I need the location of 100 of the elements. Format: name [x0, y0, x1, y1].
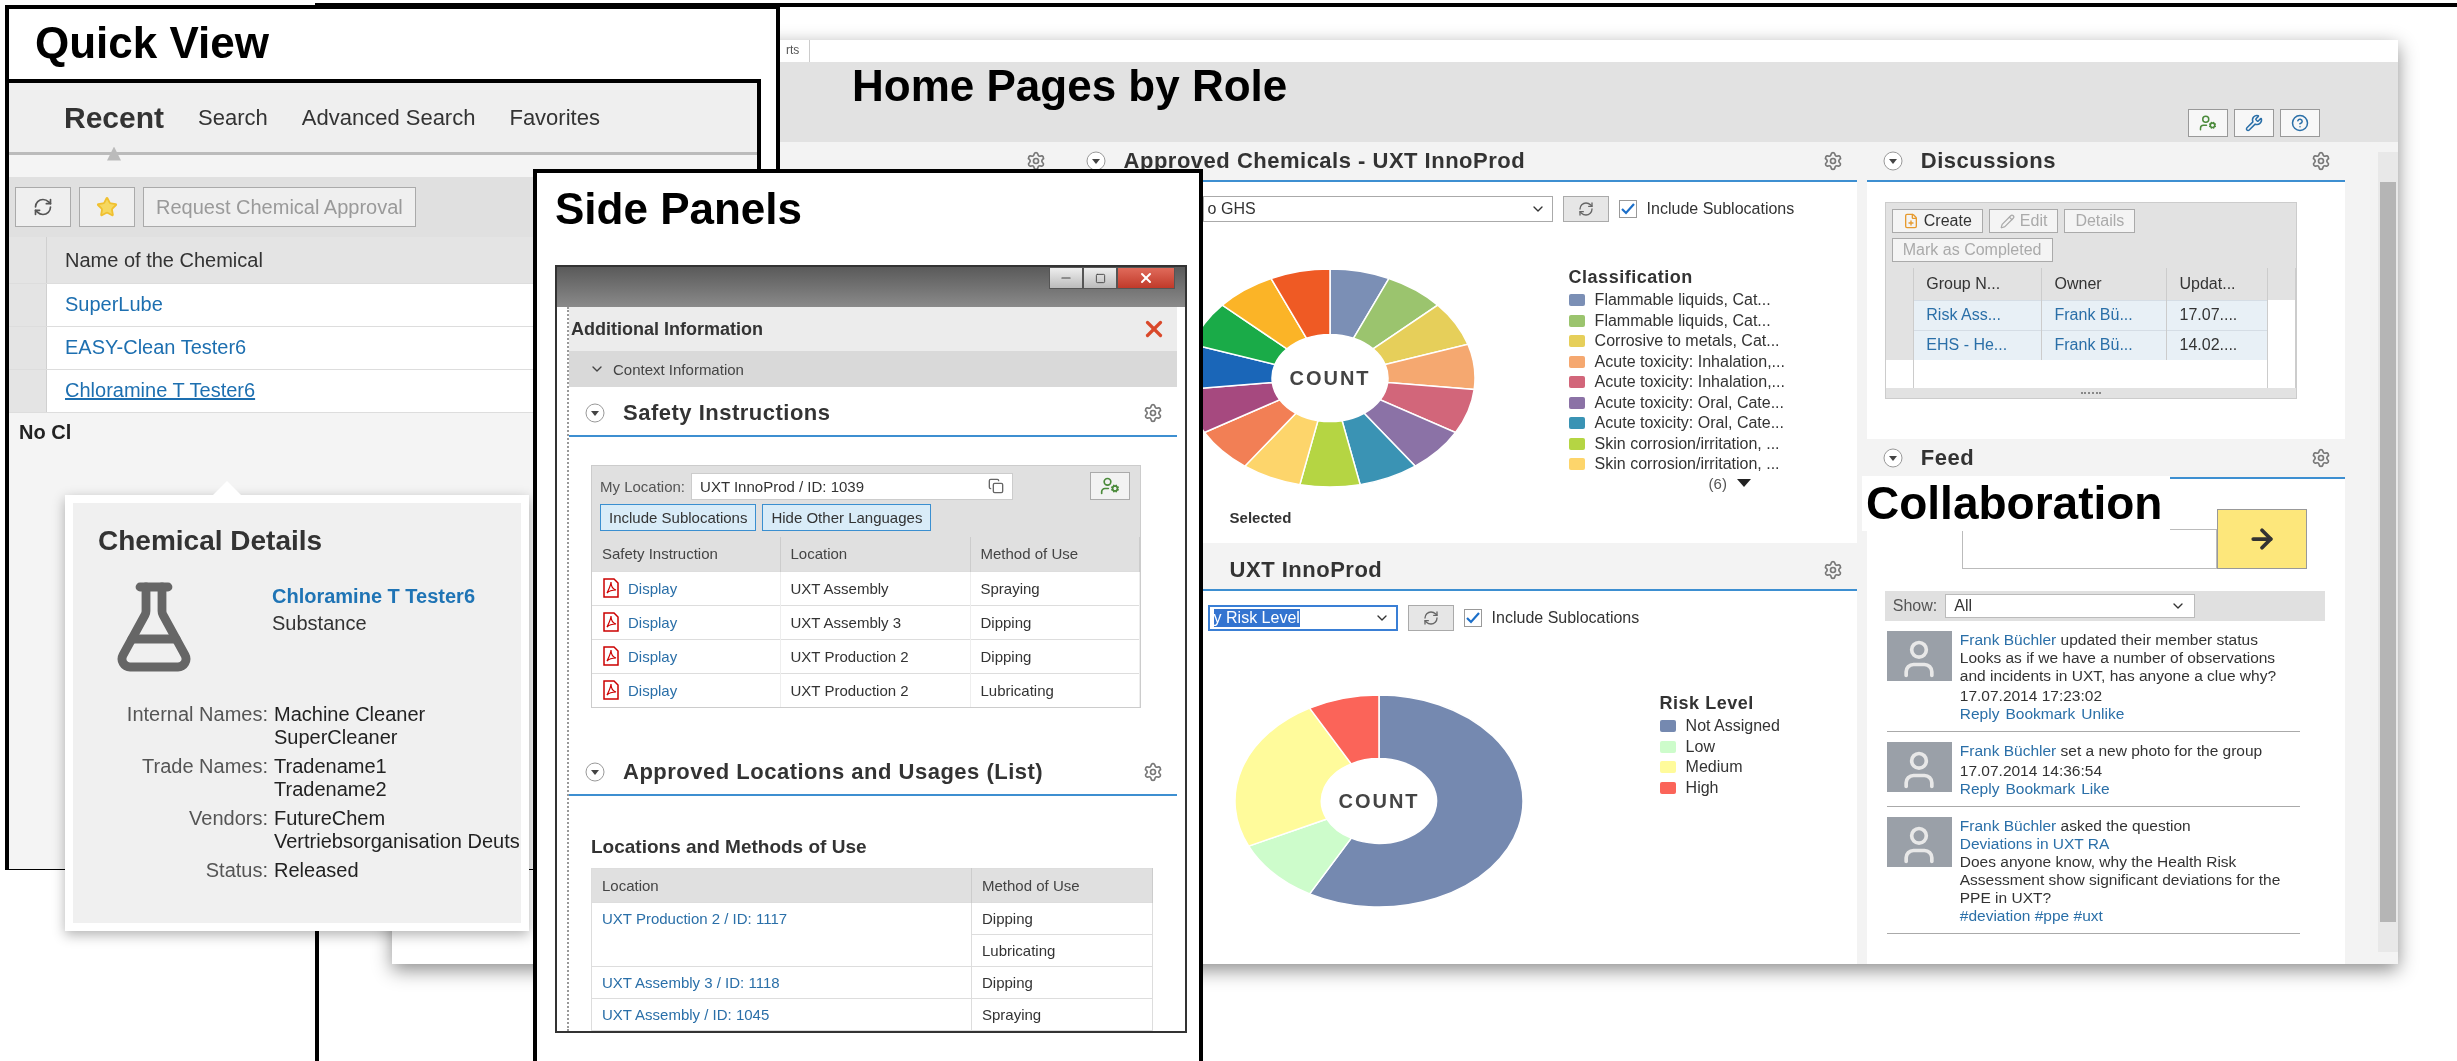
settings-icon[interactable]	[1025, 151, 1046, 171]
checkbox[interactable]	[1618, 200, 1637, 218]
checkbox-label: Include Sublocations	[1491, 609, 1640, 627]
caret-icon[interactable]	[1736, 479, 1751, 487]
field-value: Tradename1	[274, 755, 388, 778]
table-cell: Dipping	[970, 639, 1140, 673]
table-cell: 14.02....	[2167, 330, 2268, 360]
toolbar-button[interactable]: Create	[1891, 209, 1983, 233]
column-header[interactable]: Method of Use	[970, 537, 1140, 571]
row-selector-cell[interactable]	[9, 284, 47, 326]
tab[interactable]: Search	[198, 104, 268, 131]
field-label: Vendors:	[188, 807, 268, 831]
filter-button[interactable]: Hide Other Languages	[762, 504, 932, 531]
action-link[interactable]: Reply	[1959, 705, 2000, 723]
chemical-link[interactable]: SuperLube	[47, 284, 163, 326]
pdf-icon	[602, 578, 620, 598]
pdf-icon	[602, 612, 620, 632]
document-link[interactable]: Display	[628, 579, 678, 597]
table-cell[interactable]: Frank Bü...	[2042, 330, 2167, 360]
filter-dropdown[interactable]: All	[1945, 594, 2196, 618]
help-icon	[2291, 114, 2309, 132]
scrollbar[interactable]	[2378, 152, 2398, 952]
user-settings-button[interactable]	[1090, 472, 1130, 500]
row-selector-cell[interactable]	[9, 327, 47, 369]
tab[interactable]: Recent	[64, 100, 165, 135]
legend-label: Medium	[1685, 758, 1743, 777]
location-link[interactable]: UXT Production 2 / ID: 1117	[602, 910, 788, 927]
field-value: SuperCleaner	[274, 726, 399, 749]
hashtag-links[interactable]: #deviation #ppe #uxt	[1959, 907, 2301, 925]
action-link[interactable]: Bookmark	[2005, 705, 2076, 723]
table-cell: Spraying	[970, 571, 1140, 605]
user-settings-button[interactable]	[2188, 109, 2228, 137]
column-header[interactable]: Location	[591, 868, 972, 903]
context-information-toggle[interactable]: Context Information	[569, 351, 1177, 387]
user-link[interactable]: Frank Büchler	[1959, 817, 2057, 834]
callout-label: Collaboration	[1862, 476, 2171, 532]
table-cell[interactable]: Risk Ass...	[1913, 300, 2042, 330]
tab[interactable]: Favorites	[509, 104, 600, 131]
minimize-button[interactable]	[1049, 267, 1083, 289]
column-header[interactable]: Method of Use	[971, 868, 1153, 903]
maximize-icon	[1094, 272, 1106, 284]
document-link[interactable]: Display	[628, 613, 678, 631]
wrench-button[interactable]	[2234, 109, 2274, 137]
field-value: FutureChem	[274, 807, 387, 830]
user-link[interactable]: Frank Büchler	[1959, 631, 2057, 648]
wrench-icon	[2245, 114, 2263, 132]
widget-title: Discussions	[1920, 148, 2056, 174]
collapse-toggle-icon[interactable]	[1882, 151, 1903, 171]
document-link[interactable]: Display	[628, 647, 678, 665]
topic-link[interactable]: Deviations in UXT RA	[1959, 835, 2301, 853]
collapse-toggle-icon[interactable]	[585, 762, 605, 782]
scrollbar-thumb[interactable]	[2380, 182, 2396, 922]
refresh-button[interactable]	[1562, 196, 1609, 222]
new-document-icon	[1902, 213, 1919, 229]
resize-handle-icon[interactable]	[2080, 392, 2101, 394]
document-link[interactable]: Display	[628, 681, 678, 699]
collapse-toggle-icon[interactable]	[585, 403, 605, 423]
callout-label: Home Pages by Role	[852, 62, 1288, 112]
timestamp: 17.07.2014 14:36:54	[1959, 762, 2103, 780]
chart-footer-text: Selected	[1228, 508, 1293, 528]
table-cell: UXT Production 2	[780, 673, 970, 707]
maximize-button[interactable]	[1083, 267, 1117, 289]
location-field[interactable]: UXT InnoProd / ID: 1039	[691, 472, 1014, 500]
empty-message: No Cl	[19, 421, 72, 444]
action-link[interactable]: Reply	[1959, 780, 2000, 798]
dropdown[interactable]: o GHS	[1202, 196, 1553, 222]
collapse-toggle-icon[interactable]	[1085, 151, 1106, 171]
action-link[interactable]: Unlike	[2081, 705, 2125, 723]
post-button[interactable]	[2216, 509, 2307, 569]
legend-label: Acute toxicity: Oral, Cate...	[1594, 414, 1784, 433]
table-cell[interactable]: EHS - He...	[1913, 330, 2042, 360]
collapse-toggle-icon[interactable]	[1882, 448, 1903, 468]
action-link[interactable]: Bookmark	[2005, 780, 2076, 798]
checkbox[interactable]	[1463, 609, 1482, 627]
tab[interactable]: Advanced Search	[301, 104, 476, 131]
action-link[interactable]: Like	[2081, 780, 2110, 798]
chemical-name-link[interactable]: Chloramine T Tester6	[272, 585, 476, 608]
close-button[interactable]	[1117, 267, 1175, 289]
filter-button[interactable]: Include Sublocations	[600, 504, 757, 531]
row-selector-cell[interactable]	[9, 370, 47, 412]
legend-label: Acute toxicity: Oral, Cate...	[1594, 393, 1784, 412]
refresh-button[interactable]	[15, 187, 71, 227]
field-label: Status:	[204, 859, 268, 882]
table-cell: 17.07....	[2167, 300, 2268, 330]
chart-center-label: COUNT	[1338, 790, 1420, 812]
table-cell[interactable]: Frank Bü...	[2042, 300, 2167, 330]
dropdown[interactable]: y Risk Level	[1207, 605, 1398, 631]
field-label: My Location:	[600, 477, 686, 495]
user-link[interactable]: Frank Büchler	[1959, 742, 2057, 759]
refresh-button[interactable]	[1407, 605, 1454, 631]
legend-label: Skin corrosion/irritation, ...	[1594, 434, 1780, 453]
help-button[interactable]	[2280, 109, 2320, 137]
column-header[interactable]: Location	[780, 537, 970, 571]
post-input-field[interactable]	[1961, 529, 2217, 569]
table-cell: Lubricating	[971, 934, 1153, 967]
table-cell: Lubricating	[970, 673, 1140, 707]
feed-message: Does anyone know, why the Health Risk Assessment show significant deviations for the PPE in UXT?	[1959, 853, 2282, 907]
legend-label: Acute toxicity: Inhalation,...	[1594, 373, 1785, 392]
chemical-type: Substance	[272, 612, 368, 635]
row-selector-cell[interactable]	[1885, 330, 1914, 360]
